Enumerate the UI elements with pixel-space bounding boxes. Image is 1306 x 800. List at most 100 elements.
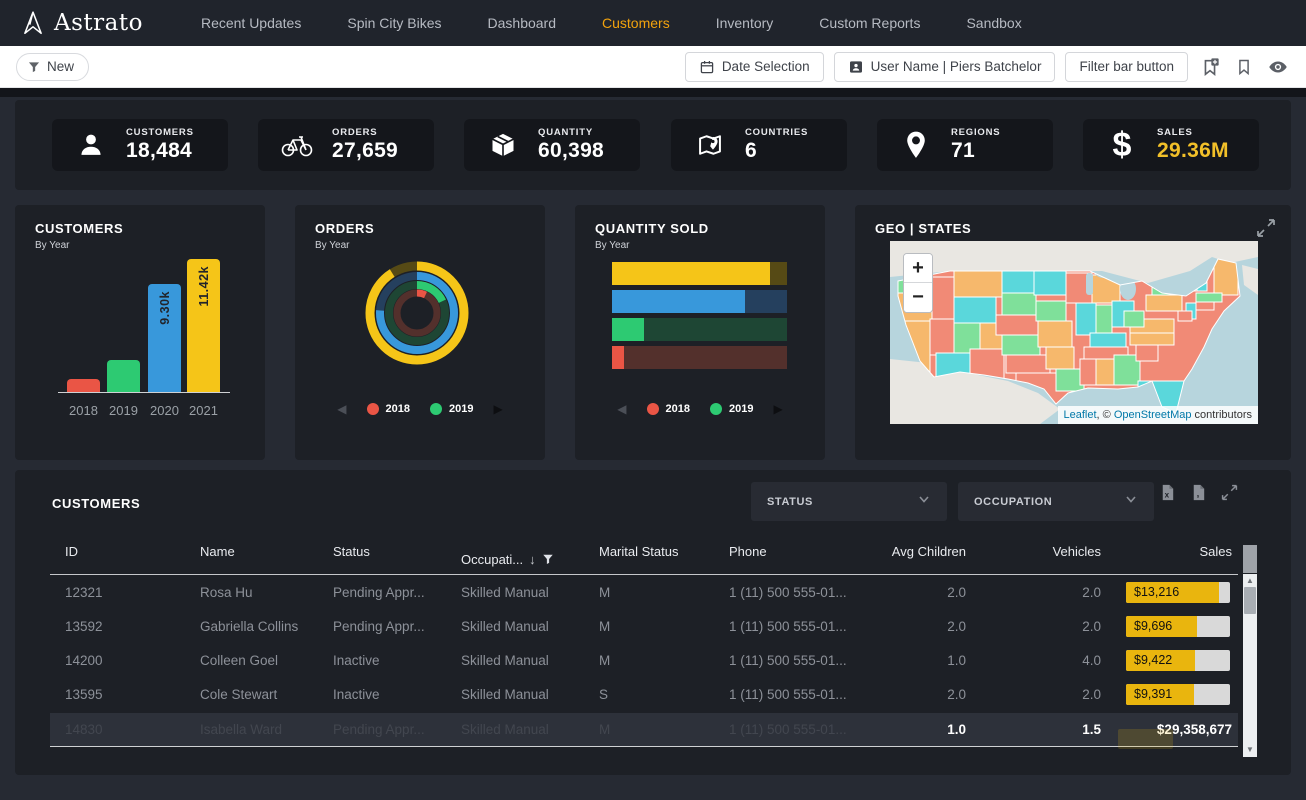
eye-icon[interactable] [1266,55,1290,79]
location-pin-icon [899,128,933,162]
legend-next-arrow[interactable]: ▶ [773,402,782,416]
customers-bar-chart: 9.30k 11.42k 2018 2019 2020 2021 [15,205,265,460]
col-header-avg-children[interactable]: Avg Children [860,544,968,574]
ghost-sales-bar [1118,729,1173,749]
col-header-marital-status[interactable]: Marital Status [584,544,714,574]
kpi-regions: REGIONS 71 [877,119,1053,171]
expand-icon[interactable] [1220,483,1239,502]
nav-item-dashboard[interactable]: Dashboard [488,15,557,31]
dark-divider-strip [0,88,1306,97]
col-header-occupation[interactable]: Occupati... ↓ [446,544,584,574]
hbar-2018[interactable] [612,346,787,369]
table-title: CUSTOMERS [52,496,140,511]
map-icon [693,128,727,162]
legend-item-2019[interactable]: 2019 [710,403,753,415]
bar-2020[interactable]: 9.30k [148,284,181,392]
hbar-2019[interactable] [612,318,787,341]
kpi-value: 27,659 [332,139,398,163]
dollar-icon: $ [1105,128,1139,162]
table-row[interactable]: 14200 Colleen Goel Inactive Skilled Manu… [50,643,1238,677]
x-tick-2018: 2018 [63,403,104,418]
chart-subtitle: By Year [595,240,825,251]
table-scrollbar[interactable]: ▲ ▼ [1243,545,1257,757]
us-states-map[interactable]: + − Leaflet, © OpenStreetMap contributor… [890,241,1258,424]
leaflet-link[interactable]: Leaflet [1064,409,1097,421]
ring-track-2018 [397,293,437,333]
csv-export-icon[interactable]: , [1189,483,1208,502]
nav-item-sandbox[interactable]: Sandbox [966,15,1021,31]
zoom-in-button[interactable]: + [904,254,932,283]
hbar-fill [612,290,745,313]
kpi-customers: CUSTOMERS 18,484 [52,119,228,171]
kpi-value: 29.36M [1157,139,1229,163]
nav-item-customers[interactable]: Customers [602,15,670,31]
nav-item-custom-reports[interactable]: Custom Reports [819,15,920,31]
kpi-value: 18,484 [126,139,194,163]
calendar-icon [699,59,715,75]
openstreetmap-link[interactable]: OpenStreetMap [1114,409,1192,421]
occupation-filter-dropdown[interactable]: OCCUPATION [958,482,1154,521]
col-header-status[interactable]: Status [318,544,446,574]
table-row[interactable]: 12321 Rosa Hu Pending Appr... Skilled Ma… [50,575,1238,609]
col-header-sales[interactable]: Sales [1103,544,1238,574]
sort-descending-icon[interactable]: ↓ [529,552,536,567]
col-header-name[interactable]: Name [185,544,318,574]
col-header-vehicles[interactable]: Vehicles [968,544,1103,574]
scroll-down-arrow[interactable]: ▼ [1243,745,1257,755]
legend-prev-arrow[interactable]: ◀ [617,402,626,416]
legend-item-2019[interactable]: 2019 [430,403,473,415]
table-actions: x , [1158,483,1239,502]
quantity-bar-chart [612,262,787,374]
scroll-up-arrow[interactable]: ▲ [1243,576,1257,586]
geo-states-card: GEO | STATES [855,205,1291,460]
legend-item-2018[interactable]: 2018 [647,403,690,415]
hbar-fill [612,262,770,285]
bar-2018[interactable] [67,379,100,392]
excel-export-icon[interactable]: x [1158,483,1177,502]
nav-item-inventory[interactable]: Inventory [716,15,774,31]
filter-bar-label: Filter bar button [1079,59,1174,74]
sales-bar: $13,216 [1126,582,1230,603]
legend-prev-arrow[interactable]: ◀ [337,402,346,416]
filter-bar-button[interactable]: Filter bar button [1065,52,1188,82]
kpi-label: CUSTOMERS [126,127,194,138]
bar-2021[interactable]: 11.42k [187,259,220,392]
hbar-fill [612,318,644,341]
status-filter-dropdown[interactable]: STATUS [751,482,947,521]
hbar-2020[interactable] [612,290,787,313]
user-name-label: User Name | Piers Batchelor [871,59,1042,74]
kpi-label: ORDERS [332,127,398,138]
col-header-id[interactable]: ID [50,544,185,574]
hbar-2021[interactable] [612,262,787,285]
user-name-button[interactable]: User Name | Piers Batchelor [834,52,1056,82]
customers-chart-card: CUSTOMERS By Year 9.30k 11.42k 2018 2019… [15,205,265,460]
kpi-value: 71 [951,139,1000,163]
orders-radial-chart[interactable] [351,247,483,384]
nav-item-spin-city-bikes[interactable]: Spin City Bikes [347,15,441,31]
add-bookmark-icon[interactable] [1198,55,1222,79]
expand-icon[interactable] [1255,217,1277,239]
legend-dot-2018 [367,403,379,415]
table-row[interactable]: 13592 Gabriella Collins Pending Appr... … [50,609,1238,643]
date-selection-button[interactable]: Date Selection [685,52,824,82]
bar-value-label: 9.30k [158,291,172,325]
bar-value-label: 11.42k [197,266,211,307]
brand-name: Astrato [54,10,143,36]
zoom-out-button[interactable]: − [904,283,932,312]
column-filter-icon[interactable] [542,553,554,565]
table-row[interactable]: 13595 Cole Stewart Inactive Skilled Manu… [50,677,1238,711]
new-filter-chip[interactable]: New [16,53,89,81]
bar-2019[interactable] [107,360,140,392]
col-header-phone[interactable]: Phone [714,544,860,574]
user-badge-icon [848,59,864,75]
legend-item-2018[interactable]: 2018 [367,403,410,415]
total-vehicles: 1.5 [968,722,1103,737]
legend-next-arrow[interactable]: ▶ [493,402,502,416]
scrollbar-track[interactable]: ▲ ▼ [1243,574,1257,757]
bookmark-icon[interactable] [1232,55,1256,79]
nav-item-recent-updates[interactable]: Recent Updates [201,15,301,31]
chart-legend: ◀ 2018 2019 ▶ [295,402,545,416]
funnel-icon [27,60,41,74]
scrollbar-thumb[interactable] [1244,587,1256,614]
app-logo[interactable]: Astrato [20,10,143,36]
